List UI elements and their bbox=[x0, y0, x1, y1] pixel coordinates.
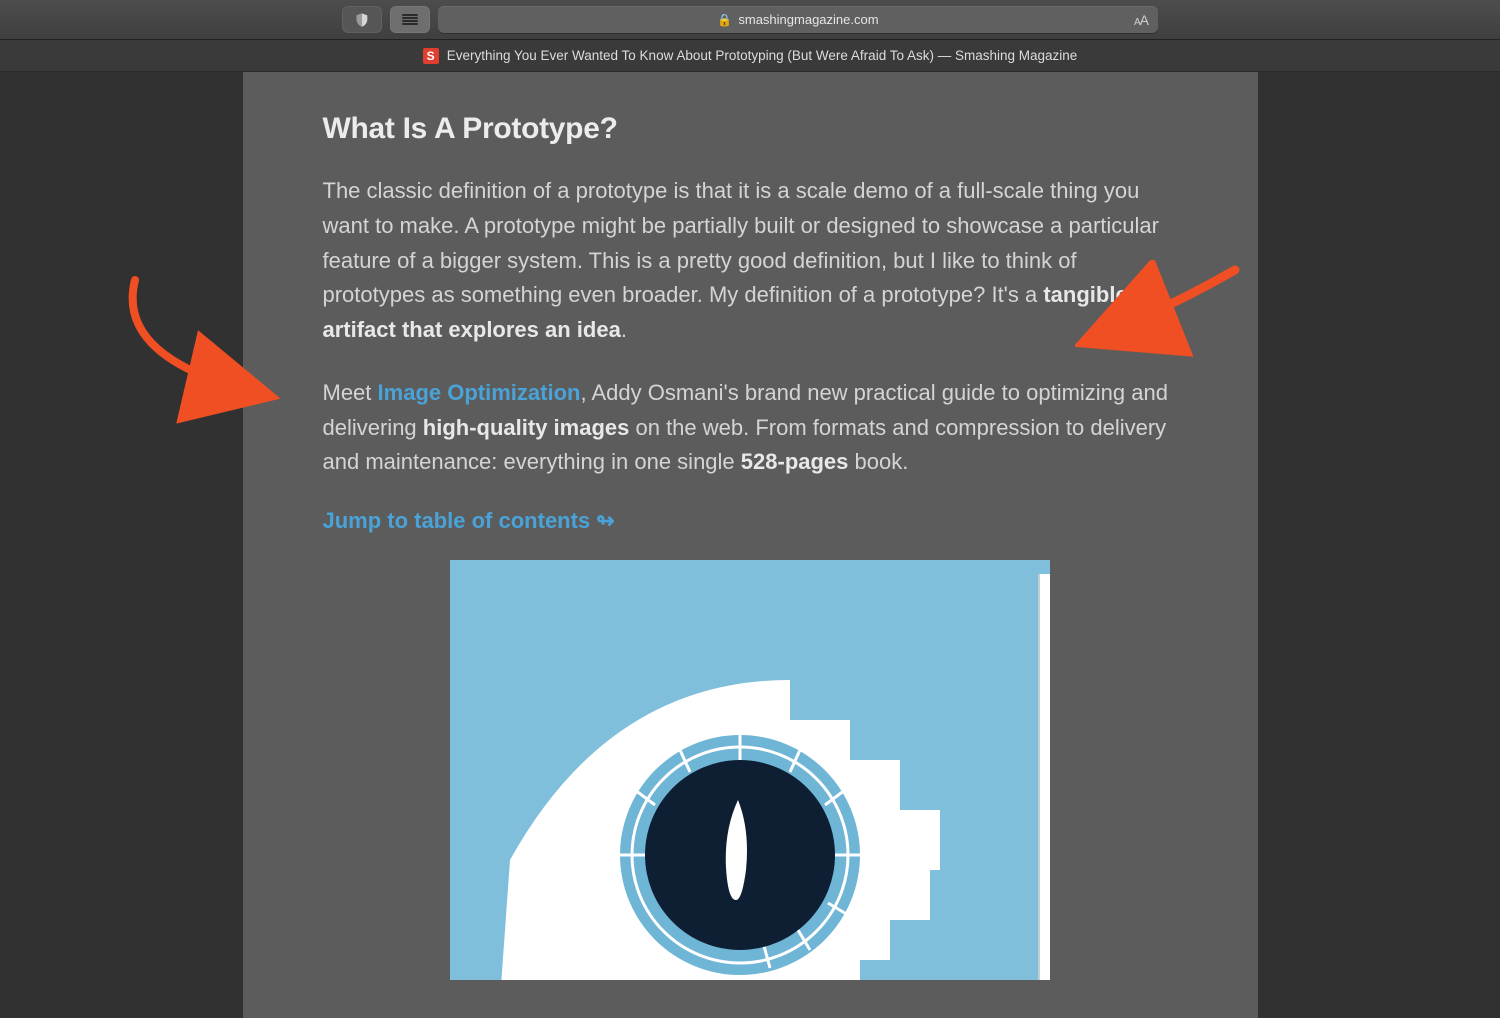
reader-mode-button[interactable] bbox=[390, 6, 430, 33]
viewport: What Is A Prototype? The classic definit… bbox=[0, 72, 1500, 1018]
paragraph-promo: Meet Image Optimization, Addy Osmani's b… bbox=[323, 376, 1178, 480]
shield-icon bbox=[354, 12, 370, 28]
text-size-control[interactable]: AA bbox=[1134, 12, 1148, 28]
paragraph-definition: The classic definition of a prototype is… bbox=[323, 174, 1178, 348]
lock-icon: 🔒 bbox=[717, 13, 732, 27]
privacy-shield-button[interactable] bbox=[342, 6, 382, 33]
browser-toolbar: 🔒 smashingmagazine.com AA bbox=[0, 0, 1500, 40]
address-bar[interactable]: 🔒 smashingmagazine.com AA bbox=[438, 6, 1158, 33]
tab-favicon: S bbox=[423, 48, 439, 64]
section-heading: What Is A Prototype? bbox=[323, 112, 1178, 146]
article-reader-page: What Is A Prototype? The classic definit… bbox=[243, 72, 1258, 1018]
tab-strip: S Everything You Ever Wanted To Know Abo… bbox=[0, 40, 1500, 72]
eye-illustration-icon bbox=[450, 560, 1050, 980]
tab-title: Everything You Ever Wanted To Know About… bbox=[447, 48, 1078, 63]
jump-to-toc-link[interactable]: Jump to table of contents ↬ bbox=[323, 508, 615, 534]
address-bar-domain: smashingmagazine.com bbox=[738, 12, 878, 27]
book-cover-image bbox=[450, 560, 1050, 980]
reader-lines-icon bbox=[402, 14, 418, 26]
image-optimization-link[interactable]: Image Optimization bbox=[378, 380, 581, 405]
